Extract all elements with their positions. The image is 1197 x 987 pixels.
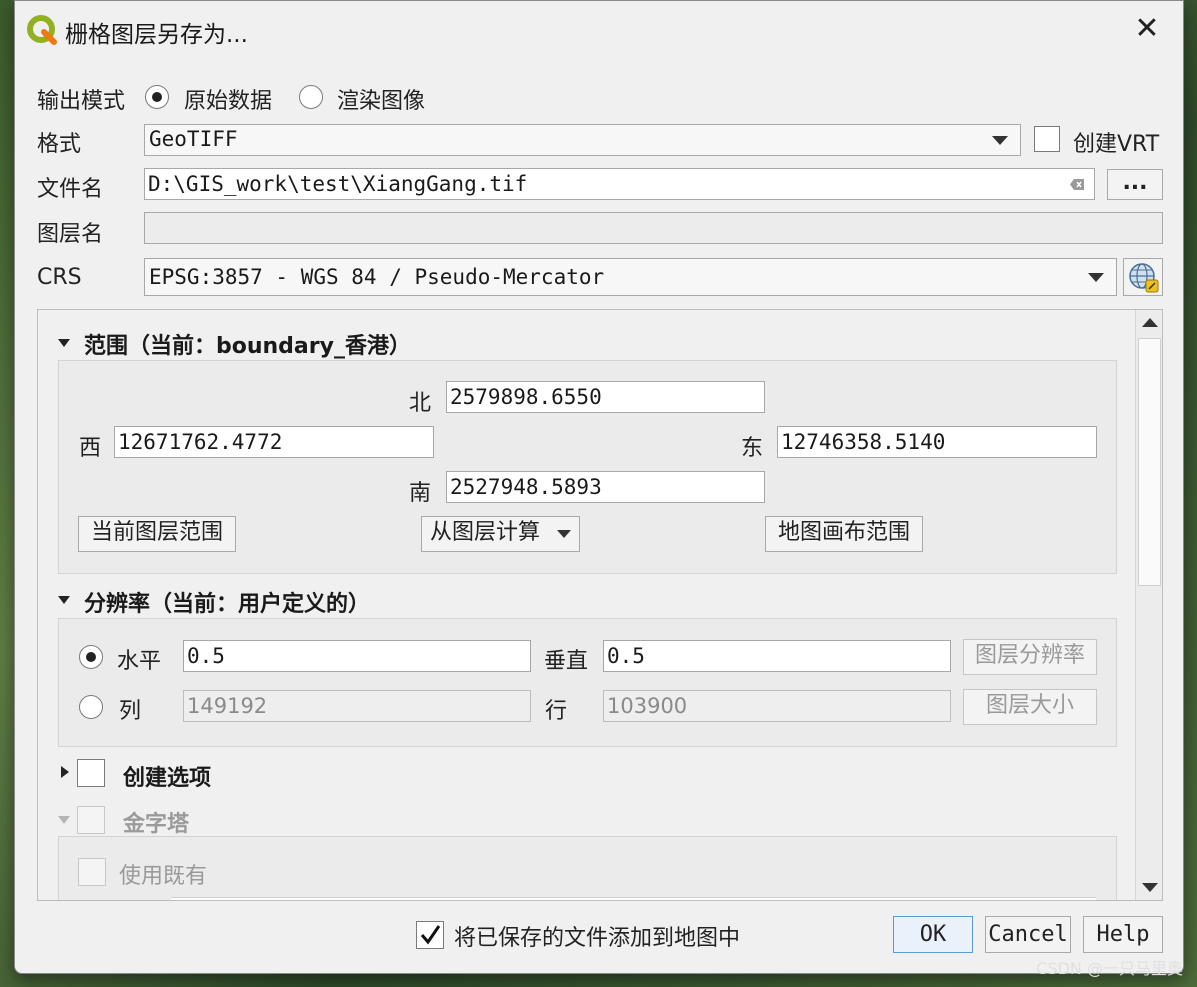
radio-raw-data[interactable]: [145, 85, 169, 109]
vertical-input[interactable]: 0.5: [603, 640, 951, 672]
layer-name-label: 图层名: [37, 222, 104, 247]
expand-triangle-icon[interactable]: [61, 766, 69, 778]
north-value: 2579898.6550: [450, 385, 602, 409]
calculate-from-layer-button[interactable]: 从图层计算: [421, 516, 580, 552]
pyramids-checkbox[interactable]: [77, 806, 105, 834]
use-existing-checkbox[interactable]: [78, 858, 106, 886]
extent-group: 北 2579898.6550 西 12671762.4772 东 1274635…: [58, 360, 1117, 574]
crs-label: CRS: [37, 265, 82, 290]
columns-input[interactable]: 149192: [183, 690, 531, 722]
layer-size-button[interactable]: 图层大小: [963, 689, 1097, 725]
layer-resolution-button[interactable]: 图层分辨率: [963, 639, 1097, 675]
ok-button[interactable]: OK: [893, 916, 973, 953]
use-existing-label: 使用既有: [119, 864, 208, 889]
south-label: 南: [409, 481, 432, 506]
close-icon[interactable]: ✕: [1131, 13, 1163, 45]
create-vrt-checkbox[interactable]: [1034, 126, 1060, 152]
browse-button[interactable]: ...: [1107, 169, 1163, 200]
checkmark-icon: [420, 925, 441, 945]
format-select[interactable]: GeoTIFF: [144, 124, 1021, 156]
add-to-map-checkbox[interactable]: [416, 921, 444, 949]
current-layer-extent-button[interactable]: 当前图层范围: [78, 516, 236, 552]
create-options-title[interactable]: 创建选项: [123, 760, 211, 792]
format-label: 格式: [37, 132, 82, 157]
vertical-label: 垂直: [544, 649, 589, 674]
north-label: 北: [409, 391, 432, 416]
collapse-triangle-icon[interactable]: [58, 596, 70, 604]
clear-icon[interactable]: [1070, 179, 1084, 190]
west-value: 12671762.4772: [118, 430, 283, 454]
calculate-from-layer-label: 从图层计算: [430, 520, 541, 545]
north-input[interactable]: 2579898.6550: [446, 381, 765, 413]
raw-data-label: 原始数据: [184, 89, 273, 114]
chevron-down-icon: [557, 530, 571, 538]
west-input[interactable]: 12671762.4772: [114, 426, 434, 458]
east-input[interactable]: 12746358.5140: [777, 426, 1097, 458]
options-scroll-area: 范围（当前：boundary_香港） 北 2579898.6550 西 1267…: [37, 309, 1163, 901]
extent-section-title[interactable]: 范围（当前：boundary_香港）: [84, 328, 411, 360]
west-label: 西: [79, 436, 102, 461]
chevron-down-icon: [1088, 273, 1104, 282]
radio-horizontal[interactable]: [79, 645, 103, 669]
output-mode-label: 输出模式: [37, 89, 126, 114]
title-bar: 栅格图层另存为... ✕: [15, 1, 1183, 59]
rows-input[interactable]: 103900: [603, 690, 951, 722]
columns-value: 149192: [187, 694, 268, 718]
radio-rendered-image[interactable]: [299, 85, 323, 109]
south-input[interactable]: 2527948.5893: [446, 471, 765, 503]
resolution-section-title[interactable]: 分辨率（当前：用户定义的）: [84, 586, 370, 618]
create-vrt-label: 创建VRT: [1073, 132, 1160, 157]
east-value: 12746358.5140: [781, 430, 946, 454]
layer-name-input[interactable]: [144, 212, 1163, 244]
watermark: CSDN @一只马里奥: [1036, 959, 1183, 978]
rows-label: 行: [545, 699, 568, 724]
rendered-image-label: 渲染图像: [337, 89, 426, 114]
vertical-scrollbar[interactable]: [1135, 310, 1162, 900]
scroll-up-icon[interactable]: [1142, 318, 1158, 327]
south-value: 2527948.5893: [450, 475, 602, 499]
crs-select[interactable]: EPSG:3857 - WGS 84 / Pseudo-Mercator: [144, 258, 1117, 296]
horizontal-input[interactable]: 0.5: [183, 640, 531, 672]
globe-icon: [1129, 263, 1159, 293]
create-options-checkbox[interactable]: [77, 759, 105, 787]
collapse-triangle-icon[interactable]: [58, 816, 70, 824]
pyramids-title: 金字塔: [123, 812, 190, 837]
map-canvas-extent-button[interactable]: 地图画布范围: [765, 516, 923, 552]
filename-label: 文件名: [37, 177, 104, 202]
resolution-group: 水平 0.5 垂直 0.5 图层分辨率 列 149192 行 103900 图层…: [58, 618, 1117, 747]
pyramid-levels-field: [171, 897, 1096, 900]
add-to-map-label: 将已保存的文件添加到地图中: [454, 926, 741, 951]
radio-columns[interactable]: [79, 695, 103, 719]
columns-label: 列: [119, 699, 142, 724]
horizontal-value: 0.5: [187, 644, 225, 668]
dialog-title: 栅格图层另存为...: [65, 22, 248, 48]
scrollbar-thumb[interactable]: [1138, 338, 1161, 586]
cancel-button[interactable]: Cancel: [985, 916, 1071, 953]
format-value: GeoTIFF: [149, 127, 238, 151]
save-raster-dialog: 栅格图层另存为... ✕ 输出模式 原始数据 渲染图像 格式 GeoTIFF 创…: [14, 0, 1184, 974]
qgis-logo-icon: [27, 15, 57, 45]
filename-value: D:\GIS_work\test\XiangGang.tif: [148, 172, 528, 196]
crs-selector-button[interactable]: [1123, 258, 1163, 296]
filename-input[interactable]: D:\GIS_work\test\XiangGang.tif: [144, 168, 1095, 200]
pyramids-group: 使用既有: [58, 836, 1117, 900]
horizontal-label: 水平: [117, 649, 162, 674]
east-label: 东: [741, 436, 764, 461]
collapse-triangle-icon[interactable]: [58, 339, 70, 347]
scroll-down-icon[interactable]: [1142, 883, 1158, 892]
vertical-value: 0.5: [607, 644, 645, 668]
help-button[interactable]: Help: [1083, 916, 1163, 953]
crs-value: EPSG:3857 - WGS 84 / Pseudo-Mercator: [149, 265, 605, 289]
rows-value: 103900: [607, 694, 688, 718]
chevron-down-icon: [992, 136, 1008, 145]
